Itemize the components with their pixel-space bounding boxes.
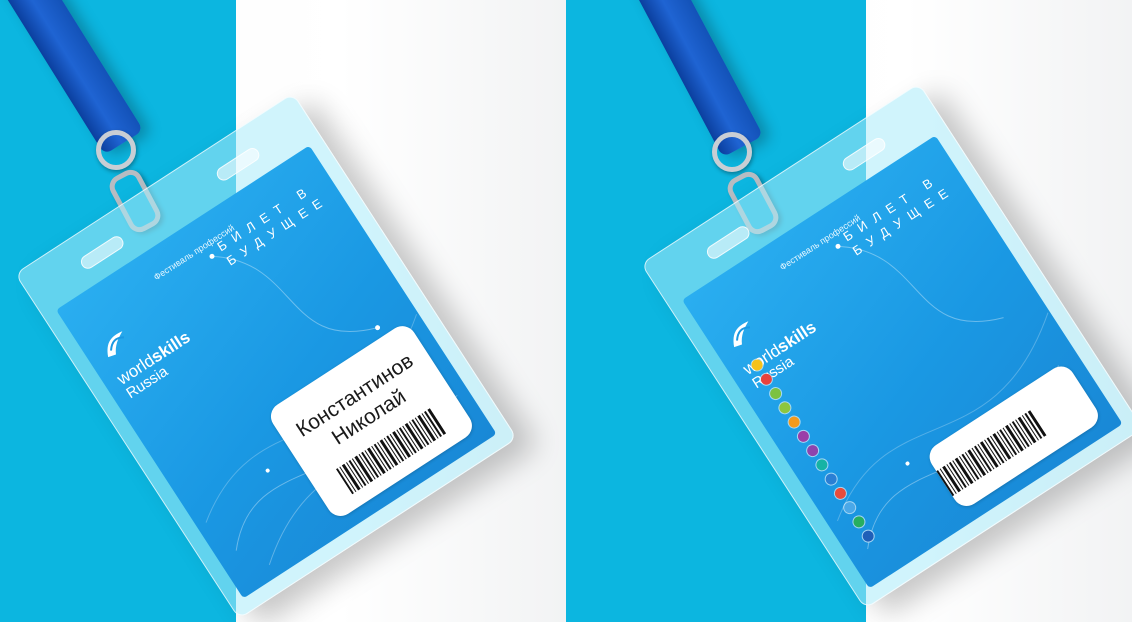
lanyard-ring (96, 130, 136, 170)
badge-scene-blank: worldskills Russia Фестиваль профессий Б… (566, 0, 1132, 622)
lanyard-ring (712, 132, 752, 172)
badge-scene-named: worldskills Russia Фестиваль профессий Б… (0, 0, 566, 622)
holder-slot (78, 233, 127, 272)
holder-slot (704, 223, 753, 262)
holder-slot (214, 145, 263, 184)
holder-slot (840, 135, 889, 174)
